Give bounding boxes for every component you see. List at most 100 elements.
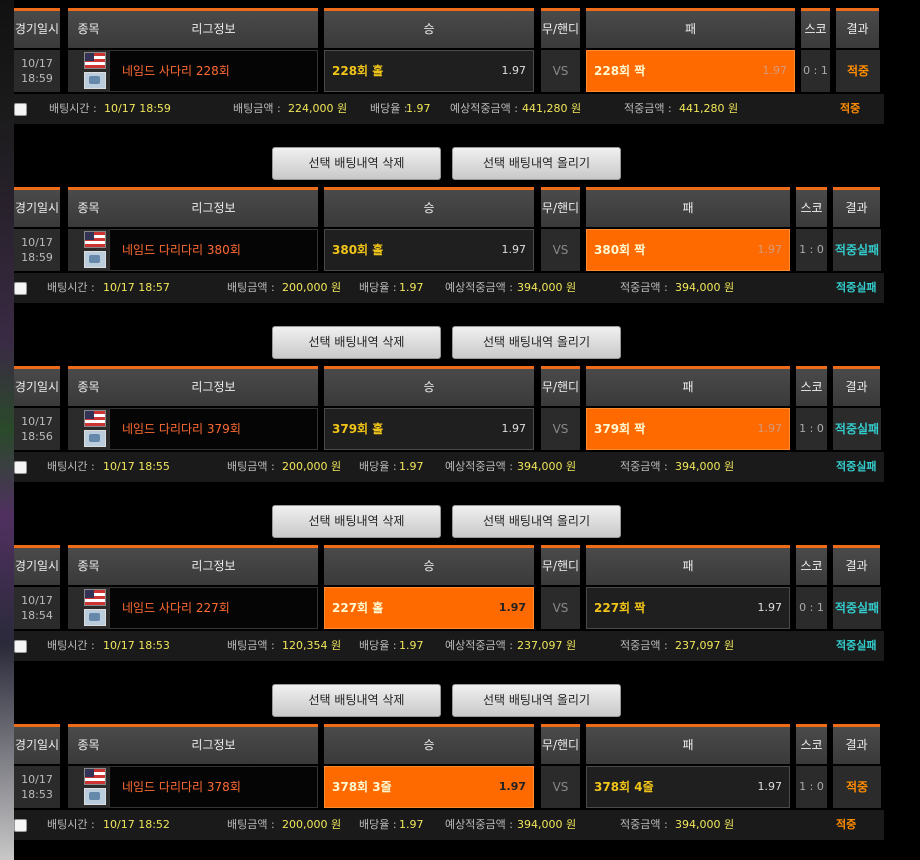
odds-label: 배당율 : <box>370 102 408 115</box>
select-checkbox[interactable] <box>14 103 27 116</box>
lose-option[interactable]: 228회 짝 1.97 <box>586 50 795 92</box>
lose-odds: 1.97 <box>757 422 783 435</box>
lose-label: 380회 짝 <box>594 243 646 257</box>
odds-value: 1.97 <box>399 818 424 831</box>
table-row: 10/17 18:54 네임드 사다리 227회 227회 홀 1.97 VS 227회 짝… <box>14 587 884 629</box>
header-score: 스코어 <box>801 8 830 72</box>
match-day: 10/17 <box>21 594 53 607</box>
won-label: 적중금액 : <box>620 818 668 831</box>
sport-kind <box>68 50 109 92</box>
sport-kind <box>68 229 109 271</box>
select-checkbox[interactable] <box>14 819 27 832</box>
delete-selected-button[interactable]: 선택 배팅내역 삭제 <box>272 147 441 180</box>
odds-value: 1.97 <box>399 281 424 294</box>
win-option[interactable]: 378회 3줄 1.97 <box>324 766 534 808</box>
header-score: 스코어 <box>796 366 827 430</box>
post-selected-button[interactable]: 선택 배팅내역 올리기 <box>452 326 621 359</box>
header-win: 승 <box>324 724 534 764</box>
score: 1 : 0 <box>796 229 827 271</box>
bet-summary: 배팅시간 : 10/17 18:59 배팅금액 : 224,000 원 배당율 :1.9… <box>14 94 884 124</box>
header-date: 경기일시 <box>14 545 60 585</box>
bet-section: 경기일시종목리그정보승무/핸디패스코어결과10/1718:56네임드 다리다리 … <box>14 366 884 492</box>
header-kind: 종목 <box>68 366 109 406</box>
win-label: 378회 3줄 <box>332 780 392 794</box>
match-time: 18:56 <box>21 430 53 443</box>
table-header: 경기일시종목리그정보승무/핸디패스코어결과 <box>14 8 884 72</box>
bet-summary: 배팅시간 : 10/17 18:52 배팅금액 : 200,000 원 배당율 :1.9… <box>14 810 884 840</box>
header-score: 스코어 <box>796 724 827 788</box>
lose-option[interactable]: 378회 4줄 1.97 <box>586 766 790 808</box>
delete-selected-button[interactable]: 선택 배팅내역 삭제 <box>272 326 441 359</box>
draw-handicap: VS <box>541 408 580 450</box>
result-badge: 적중 <box>836 50 880 92</box>
header-lose: 패 <box>586 724 790 764</box>
bet-time-label: 배팅시간 : <box>49 102 97 115</box>
bet-amount-label: 배팅금액 : <box>227 281 275 294</box>
expected-label: 예상적중금액 : <box>450 102 518 115</box>
post-selected-button[interactable]: 선택 배팅내역 올리기 <box>452 505 621 538</box>
score: 0 : 1 <box>796 587 827 629</box>
lose-odds: 1.97 <box>757 243 783 256</box>
win-label: 228회 홀 <box>332 64 384 78</box>
bet-section: 경기일시종목리그정보승무/핸디패스코어결과10/1718:59네임드 사다리 2… <box>14 8 884 134</box>
lose-option[interactable]: 379회 짝 1.97 <box>586 408 790 450</box>
header-kind: 종목 <box>68 8 109 48</box>
select-checkbox[interactable] <box>14 461 27 474</box>
header-win: 승 <box>324 187 534 227</box>
delete-selected-button[interactable]: 선택 배팅내역 삭제 <box>272 684 441 717</box>
picture-icon <box>84 609 106 626</box>
won-label: 적중금액 : <box>620 281 668 294</box>
match-day: 10/17 <box>21 57 53 70</box>
footer-result: 적중 <box>840 102 861 115</box>
lose-odds: 1.97 <box>757 780 783 793</box>
table-row: 10/17 18:59 네임드 다리다리 380회 380회 홀 1.97 VS 380회 … <box>14 229 884 271</box>
win-option[interactable]: 228회 홀 1.97 <box>324 50 534 92</box>
footer-result: 적중실패 <box>836 639 877 652</box>
expected-label: 예상적중금액 : <box>445 818 513 831</box>
bet-time-label: 배팅시간 : <box>47 460 95 473</box>
header-draw: 무/핸디 <box>541 8 580 48</box>
header-result: 결과 <box>833 545 880 585</box>
header-league: 리그정보 <box>109 545 318 585</box>
lose-label: 227회 짝 <box>594 601 646 615</box>
header-result: 결과 <box>836 8 879 48</box>
win-odds: 1.97 <box>501 243 527 256</box>
lose-odds: 1.97 <box>757 601 783 614</box>
header-score: 스코어 <box>796 187 827 251</box>
win-option[interactable]: 379회 홀 1.97 <box>324 408 534 450</box>
match-time: 18:59 <box>21 72 53 85</box>
delete-selected-button[interactable]: 선택 배팅내역 삭제 <box>272 505 441 538</box>
post-selected-button[interactable]: 선택 배팅내역 올리기 <box>452 147 621 180</box>
flag-icon <box>84 52 106 69</box>
match-date: 10/17 18:54 <box>14 587 60 629</box>
select-checkbox[interactable] <box>14 640 27 653</box>
bet-summary: 배팅시간 : 10/17 18:55 배팅금액 : 200,000 원 배당율 :1.9… <box>14 452 884 482</box>
header-draw: 무/핸디 <box>541 187 580 227</box>
header-lose: 패 <box>586 8 795 48</box>
header-result: 결과 <box>833 366 880 406</box>
bet-amount-label: 배팅금액 : <box>227 460 275 473</box>
win-odds: 1.97 <box>501 64 527 77</box>
bet-time-value: 10/17 18:59 <box>104 102 171 115</box>
bet-summary: 배팅시간 : 10/17 18:57 배팅금액 : 200,000 원 배당율 :1.9… <box>14 273 884 303</box>
bet-time-value: 10/17 18:53 <box>103 639 170 652</box>
win-option[interactable]: 227회 홀 1.97 <box>324 587 534 629</box>
expected-label: 예상적중금액 : <box>445 460 513 473</box>
post-selected-button[interactable]: 선택 배팅내역 올리기 <box>452 684 621 717</box>
expected-value: 394,000 원 <box>517 818 577 831</box>
lose-option[interactable]: 380회 짝 1.97 <box>586 229 790 271</box>
bet-amount-value: 200,000 원 <box>282 818 342 831</box>
sport-kind <box>68 587 109 629</box>
odds-value: 1.97 <box>399 639 424 652</box>
match-day: 10/17 <box>21 773 53 786</box>
win-option[interactable]: 380회 홀 1.97 <box>324 229 534 271</box>
table-row: 10/17 18:59 네임드 사다리 228회 228회 홀 1.97 VS 228회 짝… <box>14 50 884 92</box>
league-info: 네임드 다리다리 379회 <box>109 408 318 450</box>
select-checkbox[interactable] <box>14 282 27 295</box>
lose-option[interactable]: 227회 짝 1.97 <box>586 587 790 629</box>
odds-label: 배당율 : <box>359 639 397 652</box>
header-league: 리그정보 <box>109 187 318 227</box>
draw-handicap: VS <box>541 766 580 808</box>
draw-handicap: VS <box>541 229 580 271</box>
bet-amount-value: 120,354 원 <box>282 639 342 652</box>
